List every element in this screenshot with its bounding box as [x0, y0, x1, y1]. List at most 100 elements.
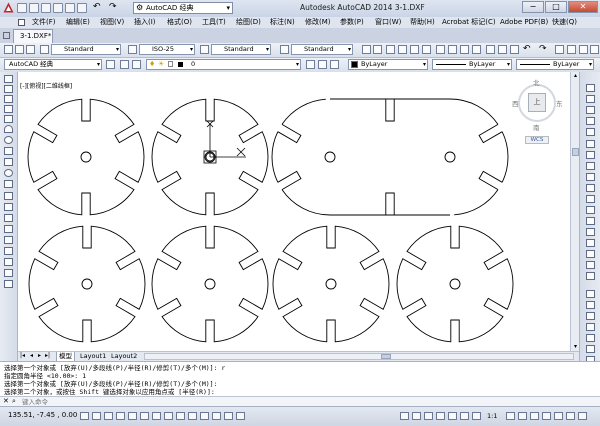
save-as-icon[interactable]	[53, 3, 63, 13]
model-space-icon[interactable]	[400, 412, 409, 420]
command-close-icon[interactable]: ✕	[3, 397, 9, 405]
snap-midpoint-icon[interactable]	[586, 312, 595, 320]
prev-tab-icon[interactable]: ◂	[30, 352, 33, 359]
polar-tracking-icon[interactable]	[128, 412, 137, 420]
layer-previous-icon[interactable]	[318, 60, 327, 69]
open-toolbar-icon[interactable]	[373, 45, 382, 54]
circle-icon[interactable]	[4, 136, 13, 144]
joined-plate-hole-1[interactable]	[324, 151, 336, 163]
layer-manager-icon[interactable]	[120, 60, 129, 69]
minimize-button[interactable]: −	[522, 1, 544, 13]
quick-view-layouts-icon[interactable]	[412, 412, 421, 420]
viewcube[interactable]: 上 北 南 西 东 WCS	[512, 77, 563, 158]
menu-acrobat[interactable]: Acrobat 标记(C)	[442, 17, 496, 28]
next-tab-icon[interactable]: ▸	[38, 352, 41, 359]
object-snap-tracking-icon[interactable]	[164, 412, 173, 420]
blend-curves-icon[interactable]	[586, 261, 595, 269]
hscroll-thumb[interactable]	[381, 354, 391, 359]
rectangle-icon[interactable]	[4, 115, 13, 123]
spline-icon[interactable]	[4, 158, 13, 166]
auto-scale-icon[interactable]	[518, 412, 527, 420]
undo-icon[interactable]: ↶	[93, 2, 101, 12]
joined-plate-arc-1[interactable]	[271, 98, 331, 216]
layer-state-icon[interactable]	[132, 60, 141, 69]
workspace-toolbar-dropdown[interactable]: AutoCAD 经典 ▾	[4, 59, 102, 70]
table-icon[interactable]	[4, 258, 13, 266]
joined-plate-slot-2-1[interactable]	[478, 124, 503, 144]
text-style-dropdown[interactable]: Standard ▾	[51, 44, 121, 55]
snap-from-icon[interactable]	[586, 290, 595, 298]
zoom-previous-icon[interactable]	[590, 45, 599, 54]
annotation-visibility-icon[interactable]	[506, 412, 515, 420]
compass-north[interactable]: 北	[533, 77, 540, 87]
menu-edit[interactable]: 编辑(E)	[66, 17, 90, 28]
polygon-icon[interactable]	[4, 105, 13, 113]
snap-intersection-icon[interactable]	[586, 323, 595, 331]
open-file-icon[interactable]	[29, 3, 39, 13]
steering-wheel-icon[interactable]	[460, 412, 469, 420]
center-hole-3[interactable]	[81, 278, 93, 290]
menu-insert[interactable]: 插入(I)	[134, 17, 156, 28]
mirror-icon[interactable]	[586, 106, 595, 114]
wcs-menu[interactable]: WCS	[525, 136, 549, 144]
chamfer-icon[interactable]	[586, 239, 595, 247]
showmotion-icon[interactable]	[472, 412, 481, 420]
trim-icon[interactable]	[586, 184, 595, 192]
tab-layout2[interactable]: Layout2	[109, 352, 139, 361]
drawing-area[interactable]	[18, 72, 570, 351]
offset-icon[interactable]	[586, 117, 595, 125]
zoom-status-icon[interactable]	[448, 412, 457, 420]
joined-plate-edges[interactable]	[330, 98, 450, 216]
line-icon[interactable]	[4, 75, 13, 83]
quick-view-drawings-icon[interactable]	[424, 412, 433, 420]
lineweight-dropdown[interactable]: ByLayer ▾	[516, 59, 594, 70]
menu-format[interactable]: 格式(O)	[167, 17, 192, 28]
save-toolbar-icon[interactable]	[26, 45, 35, 54]
workspace-switching-icon[interactable]	[530, 412, 539, 420]
add-selected-icon[interactable]	[4, 280, 13, 288]
quick-properties-icon[interactable]	[224, 412, 233, 420]
mleader-style-dropdown[interactable]: Standard ▾	[291, 44, 353, 55]
ellipse-icon[interactable]	[4, 169, 13, 177]
pan-status-icon[interactable]	[436, 412, 445, 420]
scroll-up-icon[interactable]: ▴	[572, 72, 579, 79]
center-hole-5[interactable]	[325, 278, 337, 290]
make-current-icon[interactable]	[306, 60, 315, 69]
join-icon[interactable]	[586, 228, 595, 236]
new-icon[interactable]	[362, 45, 371, 54]
compass-west[interactable]: 西	[512, 98, 519, 108]
center-hole-4[interactable]	[204, 278, 216, 290]
slotted-plate-5[interactable]	[272, 225, 390, 343]
design-center-icon[interactable]	[510, 45, 519, 54]
gradient-icon[interactable]	[4, 236, 13, 244]
move-icon[interactable]	[586, 140, 595, 148]
compass-south[interactable]: 南	[533, 122, 540, 132]
fillet-icon[interactable]	[586, 250, 595, 258]
publish-icon[interactable]	[422, 45, 431, 54]
arc-icon[interactable]	[4, 125, 13, 133]
joined-plate-top-notch[interactable]	[385, 99, 395, 122]
undo-toolbar-icon[interactable]: ↶	[523, 44, 531, 54]
transparency-icon[interactable]	[212, 412, 221, 420]
hatch-icon[interactable]	[4, 225, 13, 233]
joined-plate-hole-2[interactable]	[444, 151, 456, 163]
layer-isolate-icon[interactable]	[330, 60, 339, 69]
table-style-dropdown[interactable]: Standard ▾	[211, 44, 271, 55]
break-icon[interactable]	[586, 217, 595, 225]
menu-quick[interactable]: 快速(Q)	[552, 17, 577, 28]
clean-screen-icon[interactable]	[578, 412, 587, 420]
mleader-style-icon[interactable]	[280, 45, 289, 54]
menu-modify[interactable]: 修改(M)	[305, 17, 331, 28]
zoom-window-icon[interactable]	[579, 45, 588, 54]
dim-style-dropdown[interactable]: ISO-25 ▾	[139, 44, 195, 55]
grid-display-icon[interactable]	[104, 412, 113, 420]
slotted-plate-3[interactable]	[28, 225, 146, 343]
text-style-icon[interactable]	[40, 45, 49, 54]
menu-dimension[interactable]: 标注(N)	[270, 17, 295, 28]
center-hole-6[interactable]	[449, 278, 461, 290]
joined-plate-slot-1-1[interactable]	[277, 170, 302, 190]
insert-block-icon[interactable]	[4, 192, 13, 200]
polyline-icon[interactable]	[4, 95, 13, 103]
joined-plate-slot-2-2[interactable]	[478, 170, 503, 190]
workspace-settings-icon[interactable]	[106, 60, 115, 69]
